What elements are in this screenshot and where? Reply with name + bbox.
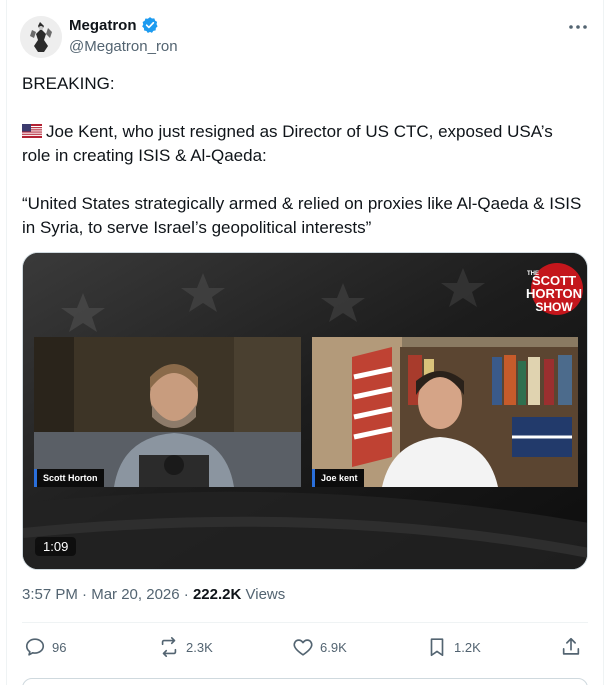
bookmark-icon bbox=[430, 638, 444, 657]
like-button[interactable]: 6.9K bbox=[292, 632, 347, 662]
bookmark-button[interactable]: 1.2K bbox=[426, 632, 481, 662]
name-tag-scott-horton: Scott Horton bbox=[34, 469, 104, 487]
repost-count: 2.3K bbox=[186, 639, 213, 655]
author-display-name[interactable]: Megatron bbox=[69, 17, 137, 34]
author-name-row: Megatron bbox=[69, 16, 159, 34]
author-handle[interactable]: @Megatron_ron bbox=[69, 38, 178, 55]
logo-line-show: SHOW bbox=[535, 300, 573, 314]
tweet-line-joe-kent: Joe Kent, who just resigned as Director … bbox=[22, 120, 582, 168]
bookmark-count: 1.2K bbox=[454, 639, 481, 655]
tweet-date[interactable]: Mar 20, 2026 bbox=[91, 586, 179, 603]
views-count: 222.2K bbox=[192, 586, 242, 603]
share-button[interactable] bbox=[560, 632, 582, 662]
meta-separator: · bbox=[183, 586, 189, 603]
tweet-time[interactable]: 3:57 PM bbox=[22, 586, 78, 603]
tweet-text: BREAKING: Joe Kent, who just resigned as… bbox=[22, 72, 582, 240]
logo-line-horton: HORTON bbox=[526, 286, 582, 301]
tweet-line-joe-kent-text: Joe Kent, who just resigned as Director … bbox=[22, 122, 553, 165]
tweet-line-breaking: BREAKING: bbox=[22, 74, 115, 93]
reply-count: 96 bbox=[52, 639, 67, 655]
reply-icon bbox=[25, 638, 45, 656]
repost-button[interactable]: 2.3K bbox=[158, 632, 213, 662]
more-options-button[interactable] bbox=[566, 16, 590, 38]
meta-separator: · bbox=[82, 586, 88, 603]
video-duration-badge: 1:09 bbox=[35, 537, 77, 556]
name-tag-joe-kent: Joe kent bbox=[312, 469, 364, 487]
video-panel-joe-kent: Joe kent bbox=[312, 337, 578, 487]
repost-icon bbox=[161, 637, 177, 657]
heart-icon bbox=[293, 639, 313, 656]
author-avatar[interactable] bbox=[20, 16, 62, 58]
scott-horton-video-frame bbox=[34, 337, 301, 487]
actions-divider bbox=[22, 622, 588, 623]
tweet-line-quote: “United States strategically armed & rel… bbox=[22, 194, 582, 237]
video-panel-scott-horton: Scott Horton bbox=[34, 337, 301, 487]
video-player[interactable]: THE SCOTT HORTON SHOW Scott Horton Joe k… bbox=[22, 252, 588, 570]
scott-horton-show-logo: THE SCOTT HORTON SHOW bbox=[526, 263, 583, 315]
reply-composer-edge[interactable] bbox=[22, 678, 588, 685]
joe-kent-video-frame bbox=[312, 337, 578, 487]
us-flag-icon bbox=[22, 124, 42, 138]
more-horizontal-icon bbox=[569, 25, 587, 29]
views-label: Views bbox=[245, 586, 286, 603]
robot-avatar-icon bbox=[20, 16, 62, 58]
tweet-meta: 3:57 PM · Mar 20, 2026 · 222.2K Views bbox=[22, 586, 285, 603]
verified-badge-icon bbox=[141, 17, 158, 34]
tweet-actions-bar: 96 2.3K 6.9K 1.2K bbox=[22, 632, 588, 662]
share-icon bbox=[562, 637, 580, 655]
like-count: 6.9K bbox=[320, 639, 347, 655]
reply-button[interactable]: 96 bbox=[24, 632, 66, 662]
